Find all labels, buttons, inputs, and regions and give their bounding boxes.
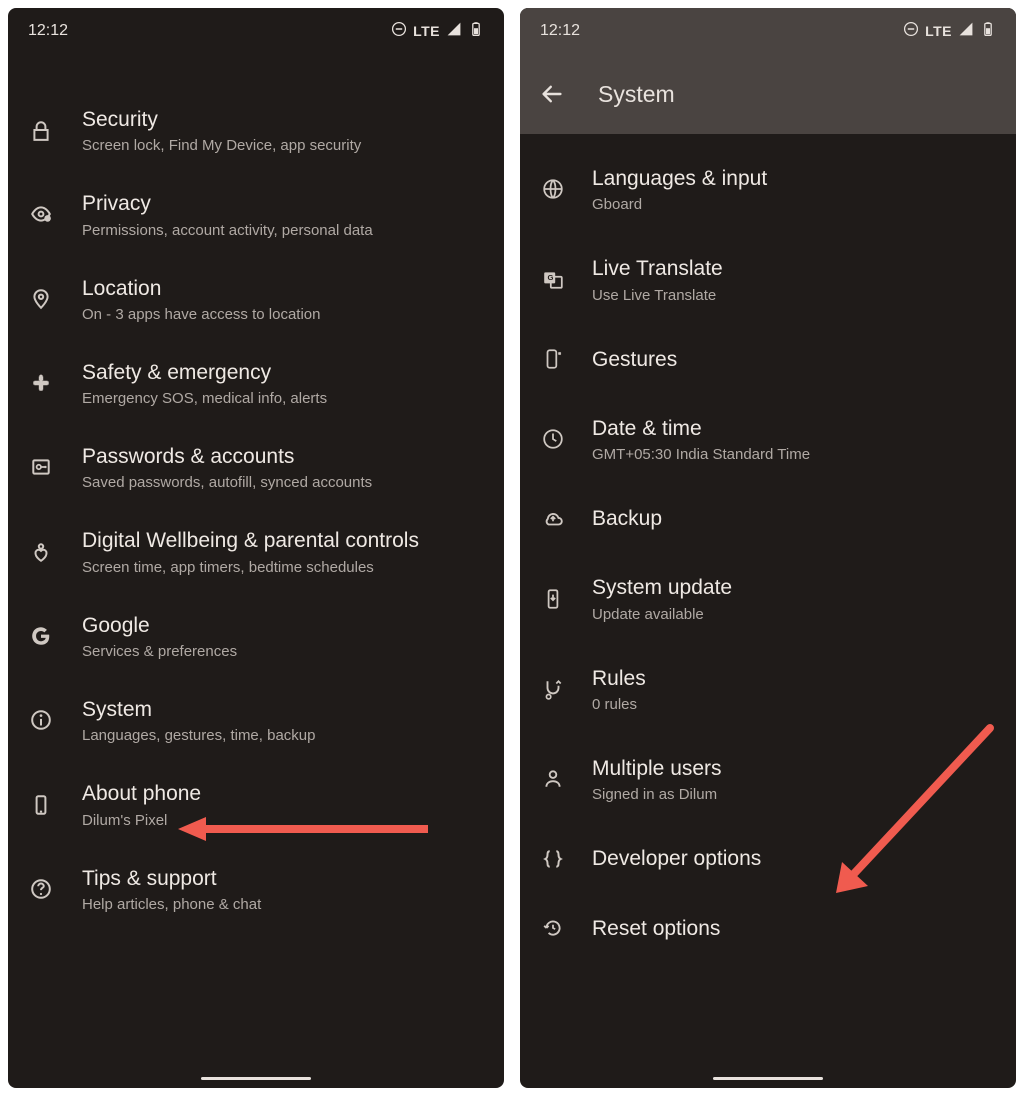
item-subtitle: Help articles, phone & chat xyxy=(82,896,484,913)
item-title: Languages & input xyxy=(592,165,996,192)
system-item-developer[interactable]: Developer options xyxy=(520,824,1016,893)
item-subtitle: Dilum's Pixel xyxy=(82,812,484,829)
network-label: LTE xyxy=(413,23,440,39)
settings-list: Security Screen lock, Find My Device, ap… xyxy=(8,54,504,1088)
back-button[interactable] xyxy=(540,82,564,106)
item-title: Location xyxy=(82,275,484,302)
lock-icon xyxy=(28,119,54,141)
system-item-update[interactable]: System update Update available xyxy=(520,553,1016,643)
screenshot-settings-main: 12:12 LTE Security Screen lock, Find My … xyxy=(8,8,504,1088)
rules-icon xyxy=(540,678,566,700)
medical-icon xyxy=(28,372,54,394)
item-title: System xyxy=(82,696,484,723)
item-subtitle: Permissions, account activity, personal … xyxy=(82,222,484,239)
battery-icon xyxy=(980,21,996,42)
settings-item-safety[interactable]: Safety & emergency Emergency SOS, medica… xyxy=(8,341,504,425)
item-title: Backup xyxy=(592,505,996,532)
users-icon xyxy=(540,768,566,790)
item-title: Live Translate xyxy=(592,255,996,282)
update-icon xyxy=(540,588,566,610)
braces-icon xyxy=(540,848,566,870)
status-time: 12:12 xyxy=(540,22,580,40)
item-subtitle: Screen time, app timers, bedtime schedul… xyxy=(82,559,484,576)
item-subtitle: GMT+05:30 India Standard Time xyxy=(592,446,996,463)
dnd-icon xyxy=(391,21,407,42)
item-subtitle: Gboard xyxy=(592,196,996,213)
key-icon xyxy=(28,456,54,478)
settings-item-passwords[interactable]: Passwords & accounts Saved passwords, au… xyxy=(8,425,504,509)
help-icon xyxy=(28,878,54,900)
info-icon xyxy=(28,709,54,731)
settings-item-google[interactable]: Google Services & preferences xyxy=(8,594,504,678)
system-item-gestures[interactable]: Gestures xyxy=(520,325,1016,394)
system-item-rules[interactable]: Rules 0 rules xyxy=(520,644,1016,734)
network-label: LTE xyxy=(925,23,952,39)
item-subtitle: Signed in as Dilum xyxy=(592,786,996,803)
item-title: Privacy xyxy=(82,190,484,217)
system-item-translate[interactable]: Live Translate Use Live Translate xyxy=(520,234,1016,324)
system-list: Languages & input Gboard Live Translate … xyxy=(520,134,1016,1088)
page-title: System xyxy=(598,81,675,108)
pin-icon xyxy=(28,288,54,310)
system-item-languages[interactable]: Languages & input Gboard xyxy=(520,144,1016,234)
system-item-reset[interactable]: Reset options xyxy=(520,894,1016,963)
translate-icon xyxy=(540,268,566,290)
home-indicator[interactable] xyxy=(201,1077,311,1080)
eye-icon xyxy=(28,203,54,225)
item-title: Rules xyxy=(592,665,996,692)
status-time: 12:12 xyxy=(28,22,68,40)
battery-icon xyxy=(468,21,484,42)
settings-item-privacy[interactable]: Privacy Permissions, account activity, p… xyxy=(8,172,504,256)
item-subtitle: Screen lock, Find My Device, app securit… xyxy=(82,137,484,154)
item-title: Developer options xyxy=(592,845,996,872)
item-subtitle: Services & preferences xyxy=(82,643,484,660)
settings-item-location[interactable]: Location On - 3 apps have access to loca… xyxy=(8,257,504,341)
item-title: Date & time xyxy=(592,415,996,442)
item-title: About phone xyxy=(82,780,484,807)
item-subtitle: 0 rules xyxy=(592,696,996,713)
settings-item-security[interactable]: Security Screen lock, Find My Device, ap… xyxy=(8,88,504,172)
item-subtitle: Saved passwords, autofill, synced accoun… xyxy=(82,474,484,491)
item-title: Tips & support xyxy=(82,865,484,892)
settings-item-about[interactable]: About phone Dilum's Pixel xyxy=(8,762,504,846)
gesture-icon xyxy=(540,348,566,370)
home-indicator[interactable] xyxy=(713,1077,823,1080)
reset-icon xyxy=(540,917,566,939)
item-title: Digital Wellbeing & parental controls xyxy=(82,527,484,554)
status-bar: 12:12 LTE xyxy=(520,8,1016,54)
app-bar: System xyxy=(520,54,1016,134)
item-title: Gestures xyxy=(592,346,996,373)
item-title: System update xyxy=(592,574,996,601)
system-item-datetime[interactable]: Date & time GMT+05:30 India Standard Tim… xyxy=(520,394,1016,484)
system-item-backup[interactable]: Backup xyxy=(520,484,1016,553)
item-subtitle: Use Live Translate xyxy=(592,287,996,304)
item-subtitle: Emergency SOS, medical info, alerts xyxy=(82,390,484,407)
item-subtitle: Update available xyxy=(592,606,996,623)
google-icon xyxy=(28,625,54,647)
item-subtitle: On - 3 apps have access to location xyxy=(82,306,484,323)
status-bar: 12:12 LTE xyxy=(8,8,504,54)
cloud-icon xyxy=(540,508,566,530)
item-title: Google xyxy=(82,612,484,639)
item-title: Safety & emergency xyxy=(82,359,484,386)
screenshot-system-settings: 12:12 LTE System Languages & input Gboar… xyxy=(520,8,1016,1088)
phone-icon xyxy=(28,794,54,816)
item-title: Passwords & accounts xyxy=(82,443,484,470)
settings-item-wellbeing[interactable]: Digital Wellbeing & parental controls Sc… xyxy=(8,509,504,593)
item-subtitle: Languages, gestures, time, backup xyxy=(82,727,484,744)
item-title: Security xyxy=(82,106,484,133)
settings-item-system[interactable]: System Languages, gestures, time, backup xyxy=(8,678,504,762)
item-title: Multiple users xyxy=(592,755,996,782)
wellbeing-icon xyxy=(28,541,54,563)
dnd-icon xyxy=(903,21,919,42)
settings-item-tips[interactable]: Tips & support Help articles, phone & ch… xyxy=(8,847,504,931)
clock-icon xyxy=(540,428,566,450)
system-item-users[interactable]: Multiple users Signed in as Dilum xyxy=(520,734,1016,824)
signal-icon xyxy=(446,21,462,42)
item-title: Reset options xyxy=(592,915,996,942)
signal-icon xyxy=(958,21,974,42)
globe-icon xyxy=(540,178,566,200)
